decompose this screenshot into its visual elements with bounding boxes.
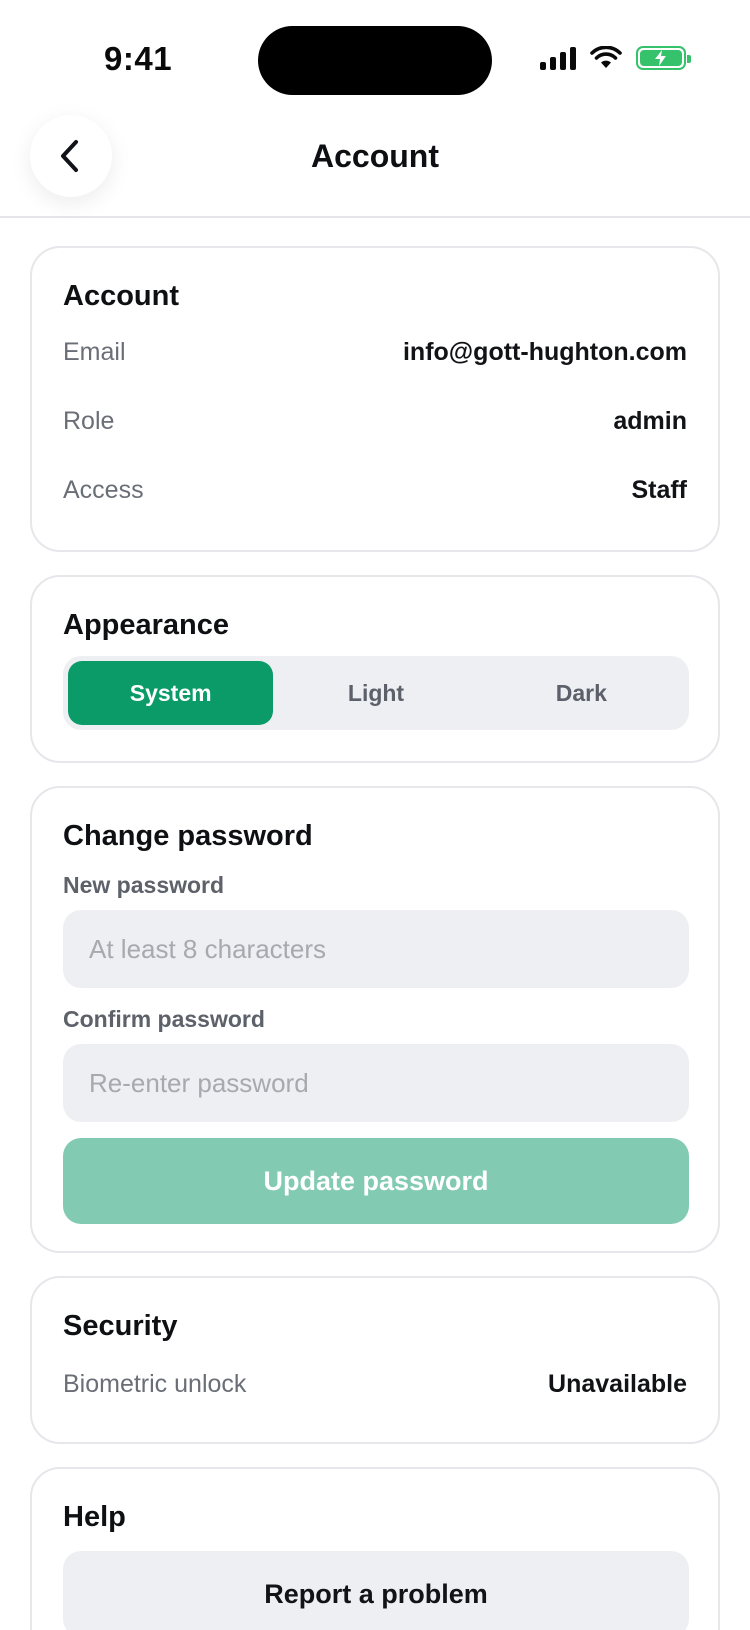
change-password-section-title: Change password [63,820,313,852]
email-row: Email info@gott-hughton.com [63,338,687,367]
dynamic-island [258,26,492,95]
appearance-option-system[interactable]: System [68,661,274,725]
help-card: Help Report a problem [30,1467,720,1630]
battery-charging-icon [636,46,691,70]
report-problem-button[interactable]: Report a problem [63,1551,689,1630]
access-label: Access [63,476,144,504]
page-title: Account [311,138,439,174]
help-section-title: Help [63,1501,126,1533]
email-value: info@gott-hughton.com [402,338,687,366]
biometric-unlock-label: Biometric unlock [63,1370,247,1398]
role-label: Role [63,407,115,435]
appearance-segmented-control: System Light Dark [63,656,689,730]
account-section-title: Account [63,280,179,312]
status-bar: 9:41 [0,0,750,110]
security-section-title: Security [63,1310,178,1342]
wifi-icon [590,46,622,68]
access-value: Staff [631,476,687,504]
appearance-option-dark[interactable]: Dark [479,661,684,725]
appearance-option-light[interactable]: Light [273,661,478,725]
appearance-card: Appearance System Light Dark [30,575,720,763]
account-card: Account Email info@gott-hughton.com Role… [30,246,720,552]
new-password-label: New password [63,872,225,898]
access-row: Access Staff [63,476,687,505]
cellular-signal-icon [540,46,576,70]
account-screen: 9:41 Account Account Email info@gott-hug… [0,0,750,1630]
role-row: Role admin [63,407,687,436]
role-value: admin [613,407,687,435]
new-password-field[interactable] [63,910,689,988]
nav-bar: Account [0,110,750,218]
confirm-password-label: Confirm password [63,1006,265,1032]
status-time: 9:41 [104,40,173,77]
appearance-section-title: Appearance [63,609,230,641]
status-icons [540,46,691,70]
biometric-unlock-row: Biometric unlock Unavailable [63,1370,687,1399]
confirm-password-field[interactable] [63,1044,689,1122]
biometric-unlock-value: Unavailable [548,1370,687,1398]
email-label: Email [63,338,126,366]
update-password-button[interactable]: Update password [63,1138,689,1224]
change-password-card: Change password New password Confirm pas… [30,786,720,1253]
security-card: Security Biometric unlock Unavailable [30,1276,720,1444]
